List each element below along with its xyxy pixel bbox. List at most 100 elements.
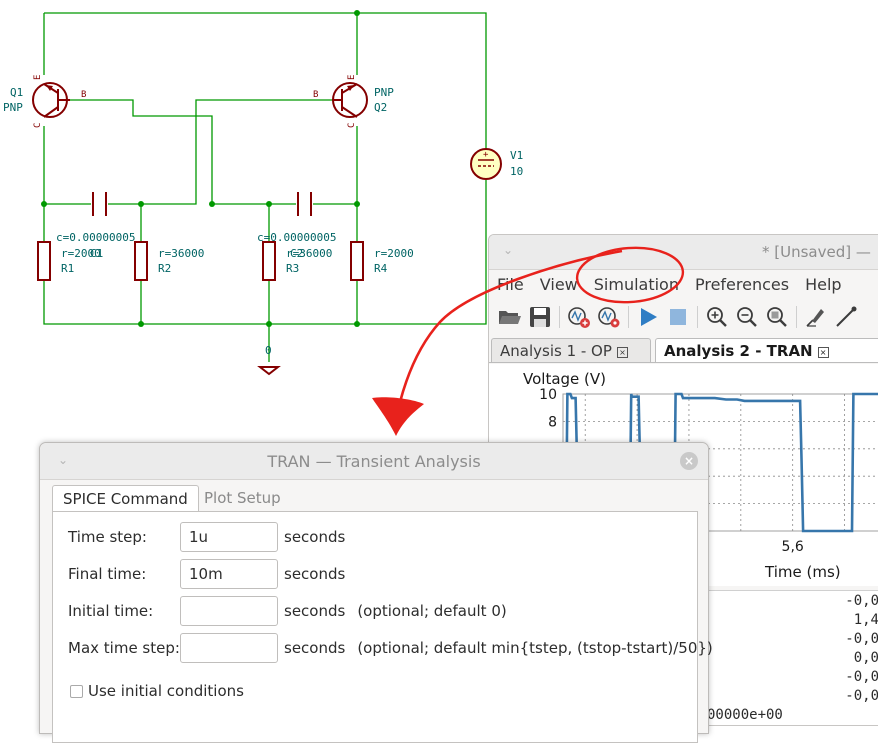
transient-analysis-dialog[interactable]: ⌄ TRAN — Transient Analysis × SPICE Comm… [39, 442, 713, 743]
r2-name: R2 [158, 262, 171, 275]
open-icon[interactable] [495, 303, 525, 331]
max-time-step-label: Max time step: [68, 639, 180, 657]
console-line: 1,4 [853, 612, 878, 628]
r2-value: r=36000 [158, 247, 204, 260]
initial-time-row: Initial time: seconds (optional; default… [68, 595, 507, 627]
q1-name: Q1 [10, 86, 23, 99]
transistor-q1[interactable]: Q1 PNP B E C [3, 75, 86, 128]
run-icon[interactable] [633, 303, 663, 331]
add-signal-icon[interactable] [564, 303, 594, 331]
resistor-r3[interactable]: r=36000 R3 [262, 241, 332, 281]
ground-symbol[interactable] [257, 366, 281, 376]
svg-text:+: + [483, 150, 489, 160]
menu-simulation[interactable]: Simulation [586, 270, 687, 300]
q2-pin-b: B [313, 90, 318, 100]
initial-time-input[interactable] [180, 596, 278, 626]
toolbar-separator [697, 306, 698, 328]
y-axis-label: Voltage (V) [523, 370, 606, 388]
zoom-fit-icon[interactable] [762, 303, 792, 331]
resistor-r2[interactable]: r=36000 R2 [134, 241, 204, 281]
x-axis-label: Time (ms) [764, 563, 841, 581]
q1-pin-c: C [33, 123, 43, 128]
toolbar-separator [796, 306, 797, 328]
resistor-r1[interactable]: r=2000 R1 [37, 241, 101, 281]
max-time-step-input[interactable] [180, 633, 278, 663]
final-time-input[interactable] [180, 559, 278, 589]
v1-name: V1 [510, 149, 523, 162]
r3-value: r=36000 [286, 247, 332, 260]
time-step-label: Time step: [68, 528, 147, 546]
close-tab-icon[interactable]: × [817, 347, 829, 358]
r4-value: r=2000 [374, 247, 414, 260]
menu-file[interactable]: File [489, 270, 532, 300]
r3-name: R3 [286, 262, 299, 275]
console-line: -0,0 [845, 669, 878, 685]
time-step-unit: seconds [284, 528, 346, 546]
menu-view[interactable]: View [532, 270, 586, 300]
initial-time-unit: seconds [284, 602, 346, 620]
probe-settings-icon[interactable] [594, 303, 624, 331]
resistor-r4[interactable]: r=2000 R4 [350, 241, 414, 281]
q1-pin-b: B [81, 90, 86, 100]
simulator-titlebar[interactable]: ⌄ * [Unsaved] — [489, 235, 878, 270]
tuner-icon[interactable] [831, 303, 861, 331]
initial-time-label: Initial time: [68, 602, 154, 620]
console-line: 00000e+00 [707, 707, 783, 723]
max-time-step-hint: (optional; default min{tstep, (tstop-tst… [357, 639, 713, 657]
simulator-menubar: File View Simulation Preferences Help [489, 270, 878, 300]
tab-analysis-2-label: Analysis 2 - TRAN [664, 342, 813, 360]
voltage-source-v1[interactable]: + V1 10 [470, 148, 523, 180]
simulator-tabbar: Analysis 1 - OP × Analysis 2 - TRAN × [489, 336, 878, 363]
ground-label: 0 [265, 344, 272, 357]
time-step-input[interactable] [180, 522, 278, 552]
console-line: 0,0 [853, 650, 878, 666]
q2-model: PNP [374, 86, 394, 99]
simulator-title: * [Unsaved] — [762, 243, 871, 261]
tab-analysis-2[interactable]: Analysis 2 - TRAN × [655, 338, 878, 362]
initial-time-hint: (optional; default 0) [357, 602, 507, 620]
simulator-toolbar [495, 302, 878, 332]
zoom-out-icon[interactable] [732, 303, 762, 331]
wires [43, 12, 487, 362]
x-tick-label: 5,6 [782, 539, 804, 555]
time-step-row: Time step: seconds [68, 521, 345, 553]
tab-analysis-1-label: Analysis 1 - OP [500, 342, 612, 360]
tab-spice-command[interactable]: SPICE Command [52, 485, 199, 511]
toolbar-separator [628, 306, 629, 328]
probe-icon[interactable] [801, 303, 831, 331]
final-time-row: Final time: seconds [68, 558, 345, 590]
close-icon[interactable]: × [680, 452, 698, 470]
menu-help[interactable]: Help [797, 270, 849, 300]
q2-pin-e: E [347, 75, 357, 80]
q1-model: PNP [3, 101, 23, 114]
menu-preferences[interactable]: Preferences [687, 270, 797, 300]
use-initial-conditions-checkbox[interactable] [70, 684, 83, 698]
dialog-title: TRAN — Transient Analysis [267, 452, 481, 471]
tab-plot-setup[interactable]: Plot Setup [194, 485, 291, 511]
y-tick-label: 10 [539, 387, 557, 403]
final-time-label: Final time: [68, 565, 147, 583]
r1-name: R1 [61, 262, 74, 275]
transistor-q2[interactable]: PNP Q2 B E C [313, 75, 394, 128]
q2-name: Q2 [374, 101, 387, 114]
use-initial-conditions-row[interactable]: Use initial conditions [70, 682, 244, 700]
q2-pin-c: C [347, 123, 357, 128]
save-icon[interactable] [525, 303, 555, 331]
zoom-in-icon[interactable] [702, 303, 732, 331]
spice-command-panel: Time step: seconds Final time: seconds I… [52, 511, 713, 743]
max-time-step-unit: seconds [284, 639, 346, 657]
c1-value: c=0.00000005 [56, 231, 135, 244]
close-tab-icon[interactable]: × [616, 347, 628, 358]
tab-analysis-1[interactable]: Analysis 1 - OP × [491, 338, 651, 362]
r1-value: r=2000 [61, 247, 101, 260]
r4-name: R4 [374, 262, 388, 275]
stop-icon[interactable] [663, 303, 693, 331]
console-line: -0,0 [845, 631, 878, 647]
junctions [41, 10, 360, 327]
max-time-step-row: Max time step: seconds (optional; defaul… [68, 632, 713, 664]
q1-pin-e: E [33, 75, 43, 80]
window-menu-chevron-icon[interactable]: ⌄ [503, 243, 513, 257]
console-line: -0,0 [845, 593, 878, 609]
console-line: -0,0 [845, 688, 878, 704]
dialog-titlebar[interactable]: ⌄ TRAN — Transient Analysis × [40, 443, 708, 480]
